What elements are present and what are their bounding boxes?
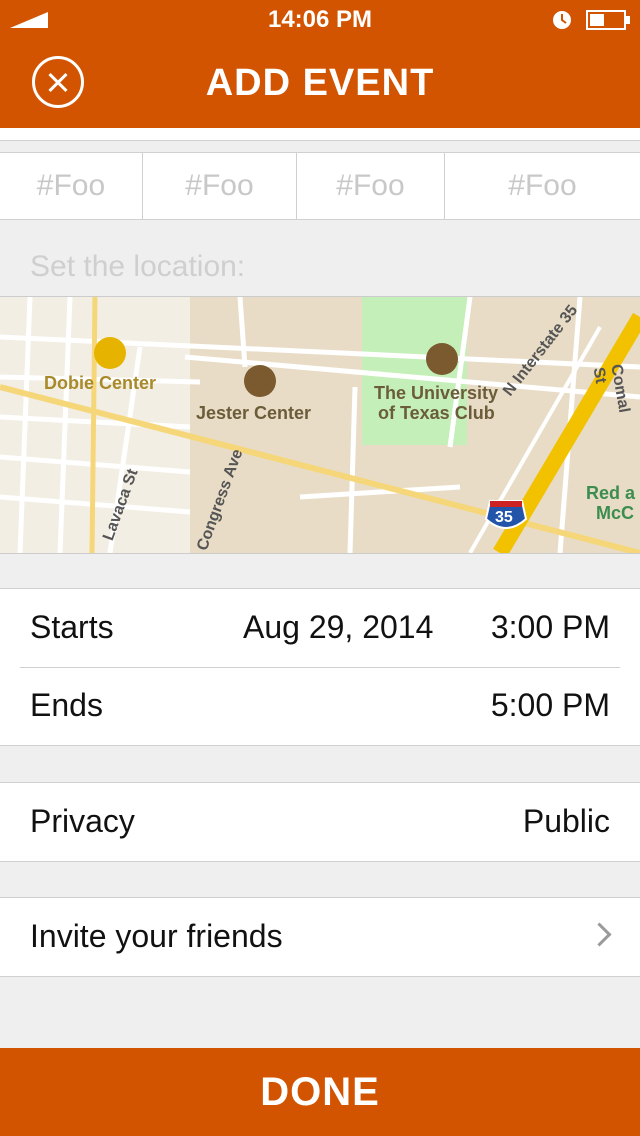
starts-date[interactable]: Aug 29, 2014: [243, 609, 433, 646]
map-label-red: Red a: [586, 483, 636, 503]
clock-icon: [553, 11, 571, 29]
nav-bar: ADD EVENT: [0, 40, 640, 128]
event-time-section: Starts Aug 29, 2014 3:00 PM Ends 5:00 PM: [0, 588, 640, 746]
page-title: ADD EVENT: [205, 62, 435, 104]
invite-row[interactable]: Invite your friends: [0, 898, 640, 976]
map-label-dobie: Dobie Center: [44, 373, 157, 393]
ends-row[interactable]: Ends 5:00 PM: [0, 667, 640, 745]
map-label-university: of Texas Club: [378, 403, 495, 423]
privacy-label: Privacy: [30, 803, 135, 839]
starts-label: Starts: [30, 609, 114, 645]
done-button[interactable]: DONE: [0, 1048, 640, 1136]
chevron-right-icon: [587, 922, 612, 947]
battery-icon: [586, 10, 630, 30]
privacy-row[interactable]: Privacy Public: [0, 783, 640, 861]
location-map[interactable]: Dobie Center Jester Center The Universit…: [0, 296, 640, 554]
interstate-shield-label: 35: [495, 509, 513, 526]
starts-row[interactable]: Starts Aug 29, 2014 3:00 PM: [0, 589, 640, 667]
invite-section: Invite your friends: [0, 897, 640, 977]
map-label-red: McC: [596, 503, 635, 523]
shopping-icon: [94, 337, 126, 369]
status-bar: 14:06 PM: [0, 0, 640, 40]
status-time: 14:06 PM: [267, 6, 373, 33]
ends-time[interactable]: 5:00 PM: [491, 687, 610, 724]
map-label-university: The University: [374, 383, 499, 403]
tag-item[interactable]: #Foo: [143, 153, 297, 219]
tag-item[interactable]: #Foo: [297, 153, 445, 219]
map-label-jester: Jester Center: [196, 403, 312, 423]
tags-row-top: [0, 128, 640, 141]
invite-label: Invite your friends: [30, 918, 283, 954]
tag-item[interactable]: #Foo: [0, 153, 143, 219]
privacy-section: Privacy Public: [0, 782, 640, 862]
privacy-value[interactable]: Public: [523, 803, 610, 840]
ends-label: Ends: [30, 687, 103, 723]
starts-time[interactable]: 3:00 PM: [491, 609, 610, 646]
location-placeholder[interactable]: Set the location:: [30, 250, 245, 284]
tag-item[interactable]: #Foo: [445, 153, 640, 219]
tags-row: #Foo #Foo #Foo #Foo: [0, 152, 640, 220]
